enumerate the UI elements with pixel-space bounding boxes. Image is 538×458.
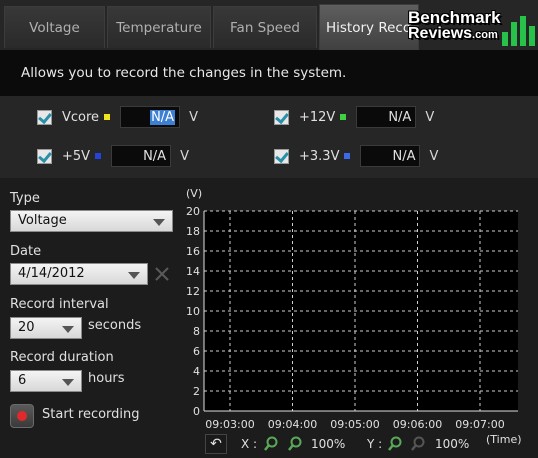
5v-label: +5V <box>62 148 91 164</box>
vcore-unit: V <box>189 109 198 125</box>
page-description: Allows you to record the changes in the … <box>0 50 538 96</box>
tab-temperature[interactable]: Temperature <box>107 6 211 48</box>
y-tick-label: 18 <box>186 225 200 238</box>
y-tick-label: 8 <box>193 325 200 338</box>
tab-voltage[interactable]: Voltage <box>4 6 105 48</box>
x-tick-label: 09:07:00 <box>455 418 504 431</box>
record-duration-unit: hours <box>88 371 125 386</box>
record-duration-select[interactable]: 6 <box>10 370 82 392</box>
type-select[interactable]: Voltage <box>10 210 173 232</box>
x-tick-label: 09:04:00 <box>268 418 317 431</box>
history-chart: 0 2 4 6 8 10 12 14 16 18 20 09:03:00 09:04:00 09:05:0… <box>182 178 538 458</box>
y-zoom-in-icon[interactable] <box>387 436 403 452</box>
5v-unit: V <box>180 148 189 164</box>
x-zoom-label: X : <box>241 437 258 451</box>
record-interval-select[interactable]: 20 <box>10 317 82 339</box>
3v3-unit: V <box>429 148 439 164</box>
tab-fan-speed[interactable]: Fan Speed <box>213 6 317 48</box>
voltage-row-5v: +5V N/A V <box>37 145 189 167</box>
vcore-value-field[interactable]: N/A <box>120 106 181 128</box>
reset-zoom-button[interactable]: ↶ <box>205 434 227 454</box>
voltage-row-vcore: Vcore N/A V <box>37 106 198 128</box>
chevron-down-icon <box>62 326 74 333</box>
12v-label: +12V <box>299 109 336 125</box>
chevron-down-icon <box>62 379 74 386</box>
chart-zoom-controls: ↶ X : 100% Y : 100% <box>205 433 538 458</box>
x-tick-label: 09:06:00 <box>393 418 442 431</box>
history-chart-svg: 0 2 4 6 8 10 12 14 16 18 20 09:03:00 09:04:00 09:05:0… <box>186 187 522 446</box>
y-tick-label: 4 <box>193 365 200 378</box>
3v3-checkbox[interactable] <box>274 148 289 164</box>
3v3-color-swatch <box>344 153 351 159</box>
5v-color-swatch <box>95 153 102 159</box>
record-settings-panel: Type Voltage Date 4/14/2012 Record inter… <box>0 178 182 458</box>
date-label: Date <box>10 244 42 259</box>
tab-bar: Voltage Temperature Fan Speed History Re… <box>0 0 538 50</box>
x-zoom-in-icon[interactable] <box>263 436 279 452</box>
logo-bars-icon <box>502 10 536 46</box>
5v-checkbox[interactable] <box>37 148 52 164</box>
12v-unit: V <box>425 109 435 125</box>
5v-value-field[interactable]: N/A <box>111 145 172 167</box>
chevron-down-icon <box>128 272 140 279</box>
record-interval-label: Record interval <box>10 297 109 312</box>
vcore-label: Vcore <box>62 109 100 125</box>
12v-value-field[interactable]: N/A <box>356 106 417 128</box>
type-label: Type <box>10 191 40 206</box>
voltage-row-3v3: +3.3V N/A V <box>274 145 438 167</box>
delete-record-icon[interactable] <box>152 264 172 284</box>
y-tick-label: 10 <box>186 305 200 318</box>
record-duration-label: Record duration <box>10 350 114 365</box>
3v3-value-field[interactable]: N/A <box>360 145 421 167</box>
y-zoom-value: 100% <box>435 437 470 451</box>
y-axis-label: (V) <box>186 187 202 200</box>
logo-text-line2: Reviews.com <box>408 25 498 42</box>
x-zoom-out-icon[interactable] <box>287 436 303 452</box>
record-interval-value: 20 <box>18 320 35 335</box>
3v3-label: +3.3V <box>299 148 340 164</box>
y-tick-label: 12 <box>186 285 200 298</box>
12v-checkbox[interactable] <box>274 109 289 125</box>
record-interval-unit: seconds <box>88 318 142 333</box>
x-tick-label: 09:05:00 <box>330 418 379 431</box>
y-tick-label: 0 <box>193 405 200 418</box>
start-recording-label[interactable]: Start recording <box>42 407 140 422</box>
y-tick-label: 6 <box>193 345 200 358</box>
y-tick-label: 14 <box>186 265 200 278</box>
voltage-selection-panel: Vcore N/A V +12V N/A V +5V N/A V +3.3V N… <box>0 96 538 178</box>
y-zoom-out-icon[interactable] <box>410 436 426 452</box>
vcore-color-swatch <box>104 114 111 120</box>
y-tick-label: 16 <box>186 245 200 258</box>
date-select[interactable]: 4/14/2012 <box>10 263 148 285</box>
benchmark-reviews-logo: Benchmark Reviews.com <box>404 8 538 48</box>
y-tick-label: 2 <box>193 385 200 398</box>
x-zoom-value: 100% <box>311 437 346 451</box>
record-duration-value: 6 <box>18 373 27 388</box>
x-tick-label: 09:03:00 <box>205 418 254 431</box>
12v-color-swatch <box>340 114 347 120</box>
chevron-down-icon <box>153 219 165 226</box>
start-recording-button[interactable] <box>10 404 34 428</box>
date-select-value: 4/14/2012 <box>18 266 85 281</box>
type-select-value: Voltage <box>18 213 67 228</box>
y-zoom-label: Y : <box>367 437 383 451</box>
y-tick-label: 20 <box>186 205 200 218</box>
voltage-row-12v: +12V N/A V <box>274 106 434 128</box>
vcore-checkbox[interactable] <box>37 109 52 125</box>
